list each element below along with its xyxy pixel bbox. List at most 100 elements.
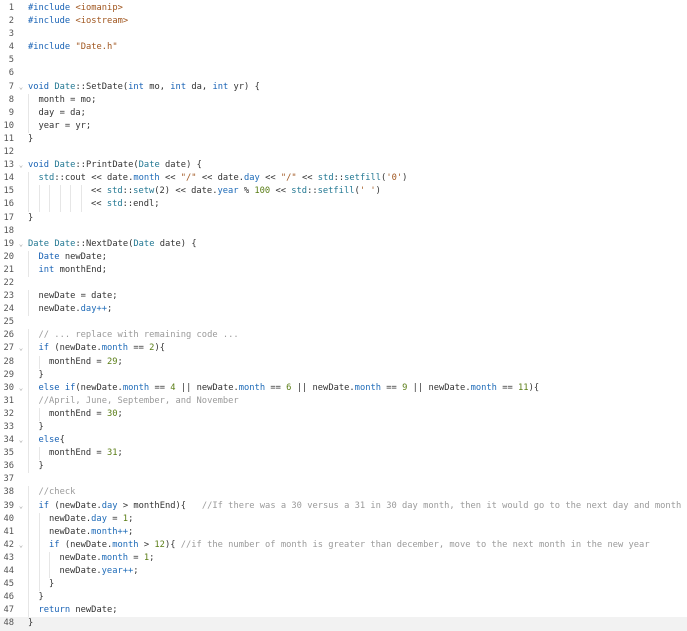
string-token: '0' [386, 173, 403, 184]
type-token: std [106, 186, 123, 197]
comment-token: //April, June, September, and November [38, 395, 239, 406]
indent-guide [38, 538, 50, 552]
code-line[interactable]: 33} [0, 421, 687, 435]
code-text-token: ; [117, 408, 123, 419]
chevron-down-icon[interactable]: ⌄ [17, 81, 25, 94]
code-line[interactable]: 41 newDate.month++; [0, 525, 687, 539]
code-line[interactable]: 31 //April, June, September, and November [0, 394, 687, 408]
indent-guide [28, 407, 39, 421]
keyword-token: int [170, 81, 187, 92]
code-line[interactable]: 11} [0, 133, 687, 146]
chevron-down-icon[interactable]: ⌄ [17, 382, 25, 395]
code-line[interactable]: 18 [0, 225, 687, 238]
code-line[interactable]: 20 Date newDate; [0, 250, 687, 264]
line-code: //check [28, 486, 75, 500]
code-text-token: monthEnd; [54, 264, 107, 275]
code-line[interactable]: 34 ⌄ else{ [0, 434, 687, 448]
code-line[interactable]: 8 month = mo; [0, 93, 687, 107]
code-line[interactable]: 23 newDate = date; [0, 290, 687, 304]
code-line[interactable]: 13 ⌄ void Date::PrintDate(Date date) { [0, 159, 687, 172]
comment-token: //if the number of month is greater than… [180, 539, 650, 550]
code-line[interactable]: 46} [0, 591, 687, 605]
line-number: 22 [3, 277, 14, 288]
type-token: std [291, 186, 308, 197]
code-editor[interactable]: 1 #include <iomanip> 2 #include <iostream> 3… [0, 0, 687, 631]
code-line[interactable]: 12 [0, 146, 687, 159]
indent-guide [28, 198, 39, 212]
code-line[interactable]: 30 ⌄ else if(newDate.month == 4 || newDate… [0, 381, 687, 395]
code-line[interactable]: 40 newDate.day = 1; [0, 512, 687, 526]
chevron-down-icon[interactable]: ⌄ [17, 500, 25, 513]
line-code: #include "Date.h" [28, 41, 118, 54]
code-line[interactable]: 3 [0, 28, 687, 41]
line-code: } [28, 578, 55, 592]
code-line[interactable]: 14 std::cout << date.month << "/" << date… [0, 172, 687, 186]
code-line[interactable]: 28 monthEnd = 29; [0, 355, 687, 369]
code-line[interactable]: 6 [0, 67, 687, 80]
code-line[interactable]: 4 #include "Date.h" [0, 41, 687, 54]
indent-guide [28, 434, 39, 448]
code-text-token: ; [117, 356, 123, 367]
code-line[interactable]: 10 year = yr; [0, 119, 687, 133]
code-line[interactable]: 27 ⌄ if (newDate.month == 2){ [0, 342, 687, 356]
code-text-token: > [138, 539, 155, 550]
member-token: year [217, 186, 239, 197]
code-line[interactable]: 24 newDate.day++; [0, 303, 687, 317]
code-line[interactable]: 38 //check [0, 486, 687, 500]
code-text-token: ; [128, 526, 134, 537]
code-line[interactable]: 43 newDate.month = 1; [0, 551, 687, 566]
line-code: newDate = date; [28, 290, 118, 304]
indent-guide [28, 303, 39, 317]
code-line[interactable]: 15 << std::setw(2) << date.year % 100 << … [0, 185, 687, 199]
chevron-down-icon[interactable]: ⌄ [17, 238, 25, 251]
code-line[interactable]: 2 #include <iostream> [0, 15, 687, 28]
code-line[interactable]: 9 day = da; [0, 106, 687, 120]
code-line[interactable]: 21 int monthEnd; [0, 263, 687, 277]
chevron-down-icon[interactable]: ⌄ [17, 539, 25, 552]
code-text-token: ; [133, 566, 139, 577]
line-code: } [28, 368, 44, 382]
indent-guide [28, 342, 39, 356]
code-line[interactable]: 47 return newDate; [0, 604, 687, 618]
code-text-token: month = mo; [38, 94, 97, 105]
line-number: 33 [3, 422, 14, 432]
code-text-token: } [49, 579, 55, 590]
line-number: 7 [8, 81, 14, 92]
code-line[interactable]: 35 monthEnd = 31; [0, 447, 687, 461]
code-text-token: ::SetDate( [75, 81, 129, 92]
code-line[interactable]: 42 ⌄ if (newDate.month > 12){ //if the num… [0, 538, 687, 552]
chevron-down-icon[interactable]: ⌄ [17, 159, 25, 172]
code-line[interactable]: 44 newDate.year++; [0, 565, 687, 579]
code-line[interactable]: 39 ⌄ if (newDate.day > monthEnd){ //If the… [0, 499, 687, 513]
indent-guide [28, 551, 39, 566]
code-line[interactable]: 32 monthEnd = 30; [0, 407, 687, 421]
code-text-token: (2) << date. [154, 186, 218, 197]
code-line[interactable]: 7 ⌄ void Date::SetDate(int mo, int da, int… [0, 81, 687, 94]
code-line[interactable]: 19 ⌄ Date Date::NextDate(Date date) { [0, 238, 687, 251]
keyword-token: int [212, 81, 229, 92]
code-line[interactable]: 45} [0, 578, 687, 592]
code-line[interactable]: 22 [0, 277, 687, 290]
code-text-token: = [106, 513, 123, 524]
code-line[interactable]: 36} [0, 460, 687, 474]
code-text-token: yr) { [228, 81, 260, 92]
code-line[interactable]: 16 << std::endl; [0, 198, 687, 212]
line-number: 44 [3, 566, 14, 577]
code-text-token: == [381, 382, 403, 393]
indent-guide [28, 486, 39, 500]
line-code: day = da; [28, 106, 86, 120]
chevron-down-icon[interactable]: ⌄ [17, 434, 25, 447]
code-line[interactable]: 5 [0, 54, 687, 67]
code-line[interactable]: 48} [0, 617, 687, 631]
chevron-down-icon[interactable]: ⌄ [17, 342, 25, 355]
code-line[interactable]: 29} [0, 368, 687, 382]
indent-guide [49, 198, 60, 212]
code-line[interactable]: 25 [0, 316, 687, 329]
code-line[interactable]: 37 [0, 473, 687, 486]
code-line[interactable]: 17} [0, 212, 687, 225]
line-number: 37 [3, 474, 14, 485]
code-line[interactable]: 26 // ... replace with remaining code ... [0, 329, 687, 343]
code-line[interactable]: 1 #include <iomanip> [0, 2, 687, 15]
code-text-token: } [28, 212, 34, 223]
code-text-token: (newDate. [49, 343, 102, 354]
